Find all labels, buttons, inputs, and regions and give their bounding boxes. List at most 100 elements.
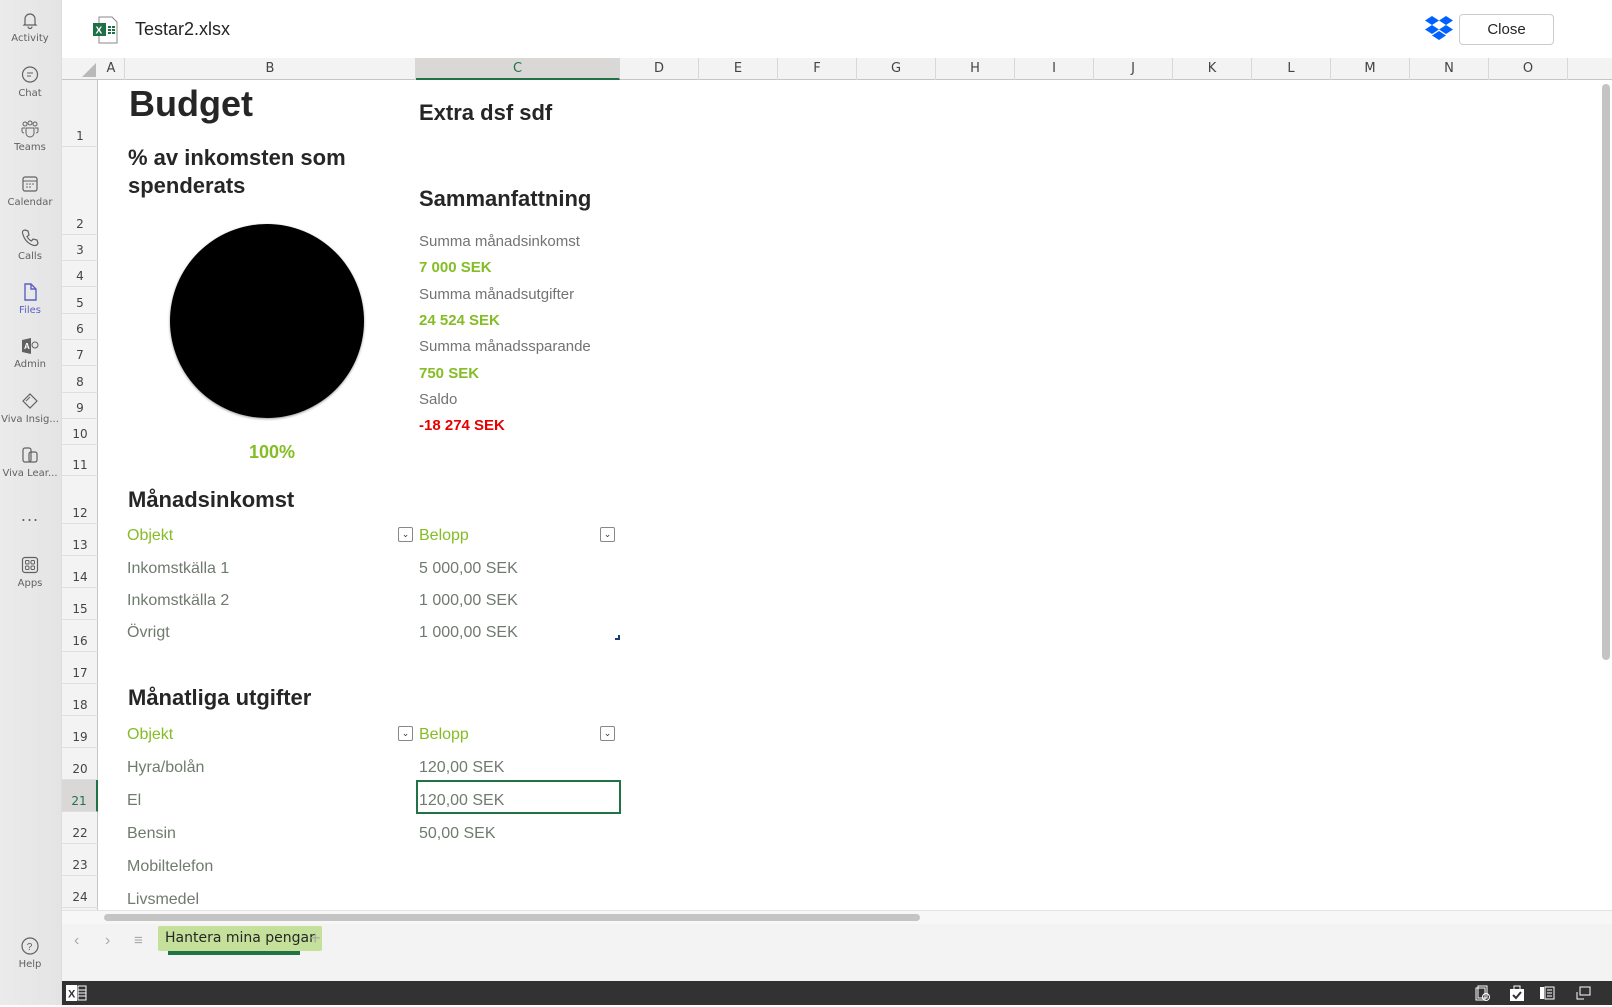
row-header[interactable]: 20 xyxy=(62,748,98,780)
row-header[interactable]: 7 xyxy=(62,340,98,366)
rail-item-teams[interactable]: Teams xyxy=(0,119,60,153)
column-header[interactable]: G xyxy=(857,58,936,80)
row-header[interactable]: 6 xyxy=(62,314,98,340)
rail-item-calendar[interactable]: Calendar xyxy=(0,174,60,208)
row-header[interactable]: 11 xyxy=(62,445,98,476)
rail-item-help[interactable]: ? Help xyxy=(0,936,60,970)
summary-label: Summa månadsutgifter xyxy=(419,286,575,303)
column-header[interactable]: E xyxy=(699,58,778,80)
pie-slice-spenderat[interactable] xyxy=(170,224,364,418)
add-sheet-icon[interactable]: + xyxy=(310,928,321,949)
column-header[interactable]: I xyxy=(1015,58,1094,80)
dropbox-icon[interactable] xyxy=(1424,15,1454,48)
row-header[interactable]: 4 xyxy=(62,261,98,287)
column-header[interactable]: K xyxy=(1173,58,1252,80)
horizontal-scroll-thumb[interactable] xyxy=(104,914,920,921)
expenses-header-amount: Belopp xyxy=(419,726,469,743)
column-header-selected[interactable]: C xyxy=(416,58,620,80)
saved-status-icon[interactable] xyxy=(1508,984,1526,1007)
column-header[interactable]: H xyxy=(936,58,1015,80)
rail-item-viva-learning[interactable]: Viva Lear... xyxy=(0,445,60,479)
column-header[interactable]: F xyxy=(778,58,857,80)
filter-dropdown-button[interactable]: ⌄ xyxy=(600,726,615,741)
vertical-scrollbar[interactable] xyxy=(1600,80,1612,910)
row-header[interactable]: 19 xyxy=(62,716,98,748)
column-header[interactable]: J xyxy=(1094,58,1173,80)
next-sheet-icon[interactable]: › xyxy=(105,932,110,950)
row-header[interactable]: 9 xyxy=(62,393,98,419)
rail-item-calls[interactable]: Calls xyxy=(0,228,60,262)
income-header-amount: Belopp xyxy=(419,527,469,544)
row-header[interactable]: 22 xyxy=(62,812,98,844)
selected-cell-outline[interactable] xyxy=(416,780,621,814)
row-header[interactable]: 16 xyxy=(62,620,98,652)
rail-label: Calendar xyxy=(7,197,53,208)
sync-icon[interactable] xyxy=(1474,984,1492,1007)
column-header[interactable]: L xyxy=(1252,58,1331,80)
rail-item-activity[interactable]: Activity xyxy=(0,10,60,44)
row-header[interactable]: 15 xyxy=(62,588,98,620)
filter-dropdown-button[interactable]: ⌄ xyxy=(600,527,615,542)
row-header[interactable]: 10 xyxy=(62,419,98,445)
phone-icon xyxy=(21,229,39,247)
row-header[interactable]: 12 xyxy=(62,476,98,524)
column-header[interactable]: A xyxy=(98,58,125,80)
row-header[interactable]: 5 xyxy=(62,287,98,314)
spent-pie-chart[interactable] xyxy=(165,221,369,425)
summary-value: 24 524 SEK xyxy=(419,312,500,329)
vertical-scroll-thumb[interactable] xyxy=(1602,84,1610,660)
expense-item: Mobiltelefon xyxy=(127,858,214,875)
row-header[interactable]: 1 xyxy=(62,80,98,147)
expense-amount: 120,00 SEK xyxy=(419,759,505,776)
active-tab-indicator xyxy=(168,951,300,955)
extra-heading: Extra dsf sdf xyxy=(419,100,553,125)
expense-amount: 50,00 SEK xyxy=(419,825,496,842)
filter-dropdown-button[interactable]: ⌄ xyxy=(398,726,413,741)
row-header[interactable]: 3 xyxy=(62,235,98,261)
horizontal-scrollbar[interactable] xyxy=(62,910,1612,924)
column-header[interactable]: M xyxy=(1331,58,1410,80)
expense-item: Livsmedel xyxy=(127,891,200,908)
svg-text:A: A xyxy=(24,342,30,351)
chat-icon xyxy=(21,66,39,83)
more-icon: ... xyxy=(20,506,40,525)
cell-area[interactable]: Budget % av inkomsten som spenderats Ext… xyxy=(99,81,1600,910)
row-header[interactable]: 24 xyxy=(62,876,98,908)
row-header[interactable]: 2 xyxy=(62,147,98,235)
expenses-header-item: Objekt xyxy=(127,726,174,743)
column-header[interactable]: O xyxy=(1489,58,1568,80)
select-all-corner[interactable] xyxy=(62,58,98,80)
summary-label: Summa månadssparande xyxy=(419,338,591,355)
popout-window-icon[interactable] xyxy=(1574,984,1592,1007)
column-header[interactable]: D xyxy=(620,58,699,80)
rail-item-viva-insights[interactable]: Viva Insig... xyxy=(0,391,60,425)
table-resize-handle[interactable] xyxy=(615,635,620,640)
all-sheets-menu-icon[interactable]: ≡ xyxy=(134,932,143,949)
close-button[interactable]: Close xyxy=(1459,14,1554,45)
row-header[interactable]: 14 xyxy=(62,556,98,588)
sheet-tab-active[interactable]: Hantera mina pengar xyxy=(158,926,322,951)
summary-label: Saldo xyxy=(419,391,458,408)
income-heading: Månadsinkomst xyxy=(128,487,295,512)
svg-text:X: X xyxy=(68,989,76,1001)
row-header-selected[interactable]: 21 xyxy=(62,780,98,812)
row-header[interactable]: 13 xyxy=(62,524,98,556)
column-header[interactable]: B xyxy=(125,58,416,80)
row-header[interactable]: 8 xyxy=(62,366,98,393)
rail-item-files[interactable]: Files xyxy=(0,282,60,316)
spreadsheet-grid[interactable]: A B C D E F G H I J K L M N O 1 2 3 4 5 … xyxy=(62,58,1612,910)
rail-item-chat[interactable]: Chat xyxy=(0,65,60,99)
row-header[interactable]: 23 xyxy=(62,844,98,876)
rail-item-more[interactable]: ... xyxy=(0,506,60,525)
column-header[interactable]: N xyxy=(1410,58,1489,80)
viva-insights-icon xyxy=(22,393,38,409)
pie-data-label: 100% xyxy=(249,442,296,462)
row-header[interactable]: 17 xyxy=(62,652,98,684)
previous-sheet-icon[interactable]: ‹ xyxy=(74,932,79,950)
rail-item-admin[interactable]: A Admin xyxy=(0,336,60,370)
reading-view-icon[interactable] xyxy=(1538,984,1556,1007)
row-header[interactable]: 18 xyxy=(62,684,98,716)
filter-dropdown-button[interactable]: ⌄ xyxy=(398,527,413,542)
expense-item: Hyra/bolån xyxy=(127,759,205,776)
rail-item-apps[interactable]: Apps xyxy=(0,555,60,589)
